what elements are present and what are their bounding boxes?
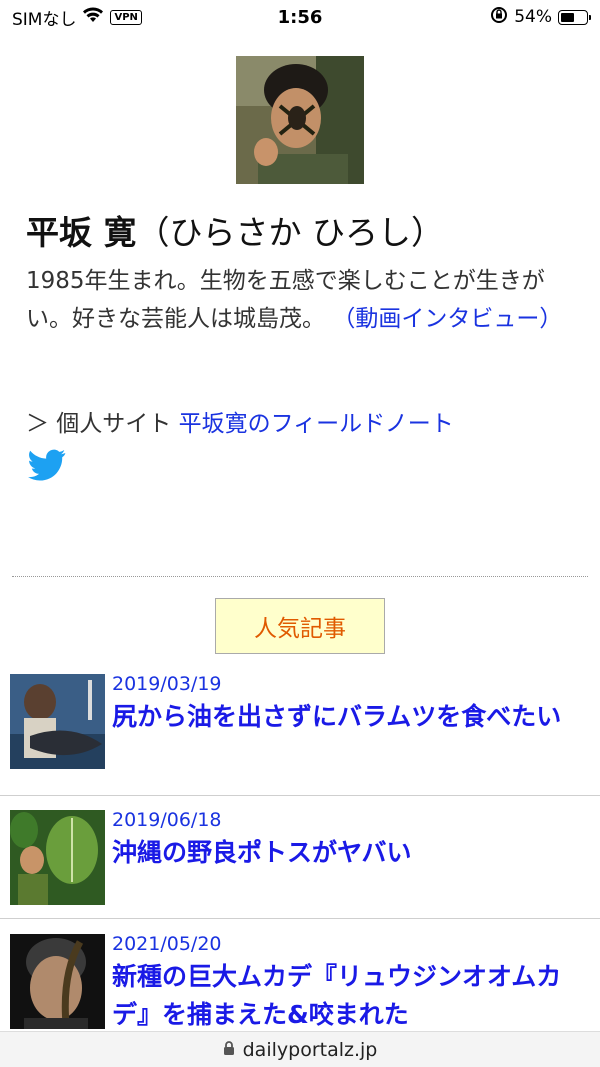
article-title[interactable]: 尻から油を出さずにバラムツを食べたい bbox=[112, 698, 582, 736]
section-divider bbox=[12, 576, 588, 577]
popular-articles-button[interactable]: 人気記事 bbox=[215, 598, 385, 654]
status-bar: SIMなし VPN 1:56 54% bbox=[0, 0, 600, 34]
status-right: 54% bbox=[368, 6, 591, 29]
url-domain[interactable]: dailyportalz.jp bbox=[243, 1039, 378, 1061]
author-reading: （ひらさか ひろし） bbox=[136, 213, 445, 252]
article-title[interactable]: 新種の巨大ムカデ『リュウジンオオムカデ』を捕まえた&咬まれた bbox=[112, 958, 582, 1034]
status-time: 1:56 bbox=[277, 6, 323, 28]
twitter-icon[interactable] bbox=[28, 449, 66, 481]
article-thumbnail[interactable] bbox=[10, 934, 105, 1029]
article-title[interactable]: 沖縄の野良ポトスがヤバい bbox=[112, 834, 582, 872]
author-avatar bbox=[236, 56, 364, 184]
author-name: 平坂 寛 bbox=[26, 213, 137, 252]
wifi-icon bbox=[82, 7, 104, 28]
article-date: 2019/06/18 bbox=[112, 809, 222, 831]
video-interview-link[interactable]: （動画インタビュー） bbox=[332, 306, 562, 332]
author-name-line: 平坂 寛（ひらさか ひろし） bbox=[26, 210, 586, 256]
orientation-lock-icon bbox=[490, 6, 508, 29]
site-prefix: ＞ 個人サイト bbox=[26, 411, 172, 437]
article-date: 2021/05/20 bbox=[112, 933, 222, 955]
lock-icon bbox=[223, 1039, 235, 1061]
status-left: SIMなし VPN bbox=[12, 5, 232, 30]
personal-site: ＞ 個人サイト 平坂寛のフィールドノート bbox=[26, 405, 586, 443]
row-separator bbox=[0, 918, 600, 919]
article-thumbnail[interactable] bbox=[10, 810, 105, 905]
field-note-link[interactable]: 平坂寛のフィールドノート bbox=[179, 411, 454, 437]
article-date: 2019/03/19 bbox=[112, 673, 222, 695]
vpn-badge: VPN bbox=[110, 9, 142, 25]
battery-fill bbox=[561, 12, 574, 22]
battery-icon bbox=[558, 9, 591, 25]
carrier-label: SIMなし bbox=[12, 9, 77, 30]
row-separator bbox=[0, 795, 600, 796]
browser-url-bar[interactable]: dailyportalz.jp bbox=[0, 1031, 600, 1067]
article-thumbnail[interactable] bbox=[10, 674, 105, 769]
author-bio: 1985年生まれ。生物を五感で楽しむことが生きがい。好きな芸能人は城島茂。 （動… bbox=[26, 262, 574, 338]
battery-percent: 54% bbox=[514, 7, 552, 27]
